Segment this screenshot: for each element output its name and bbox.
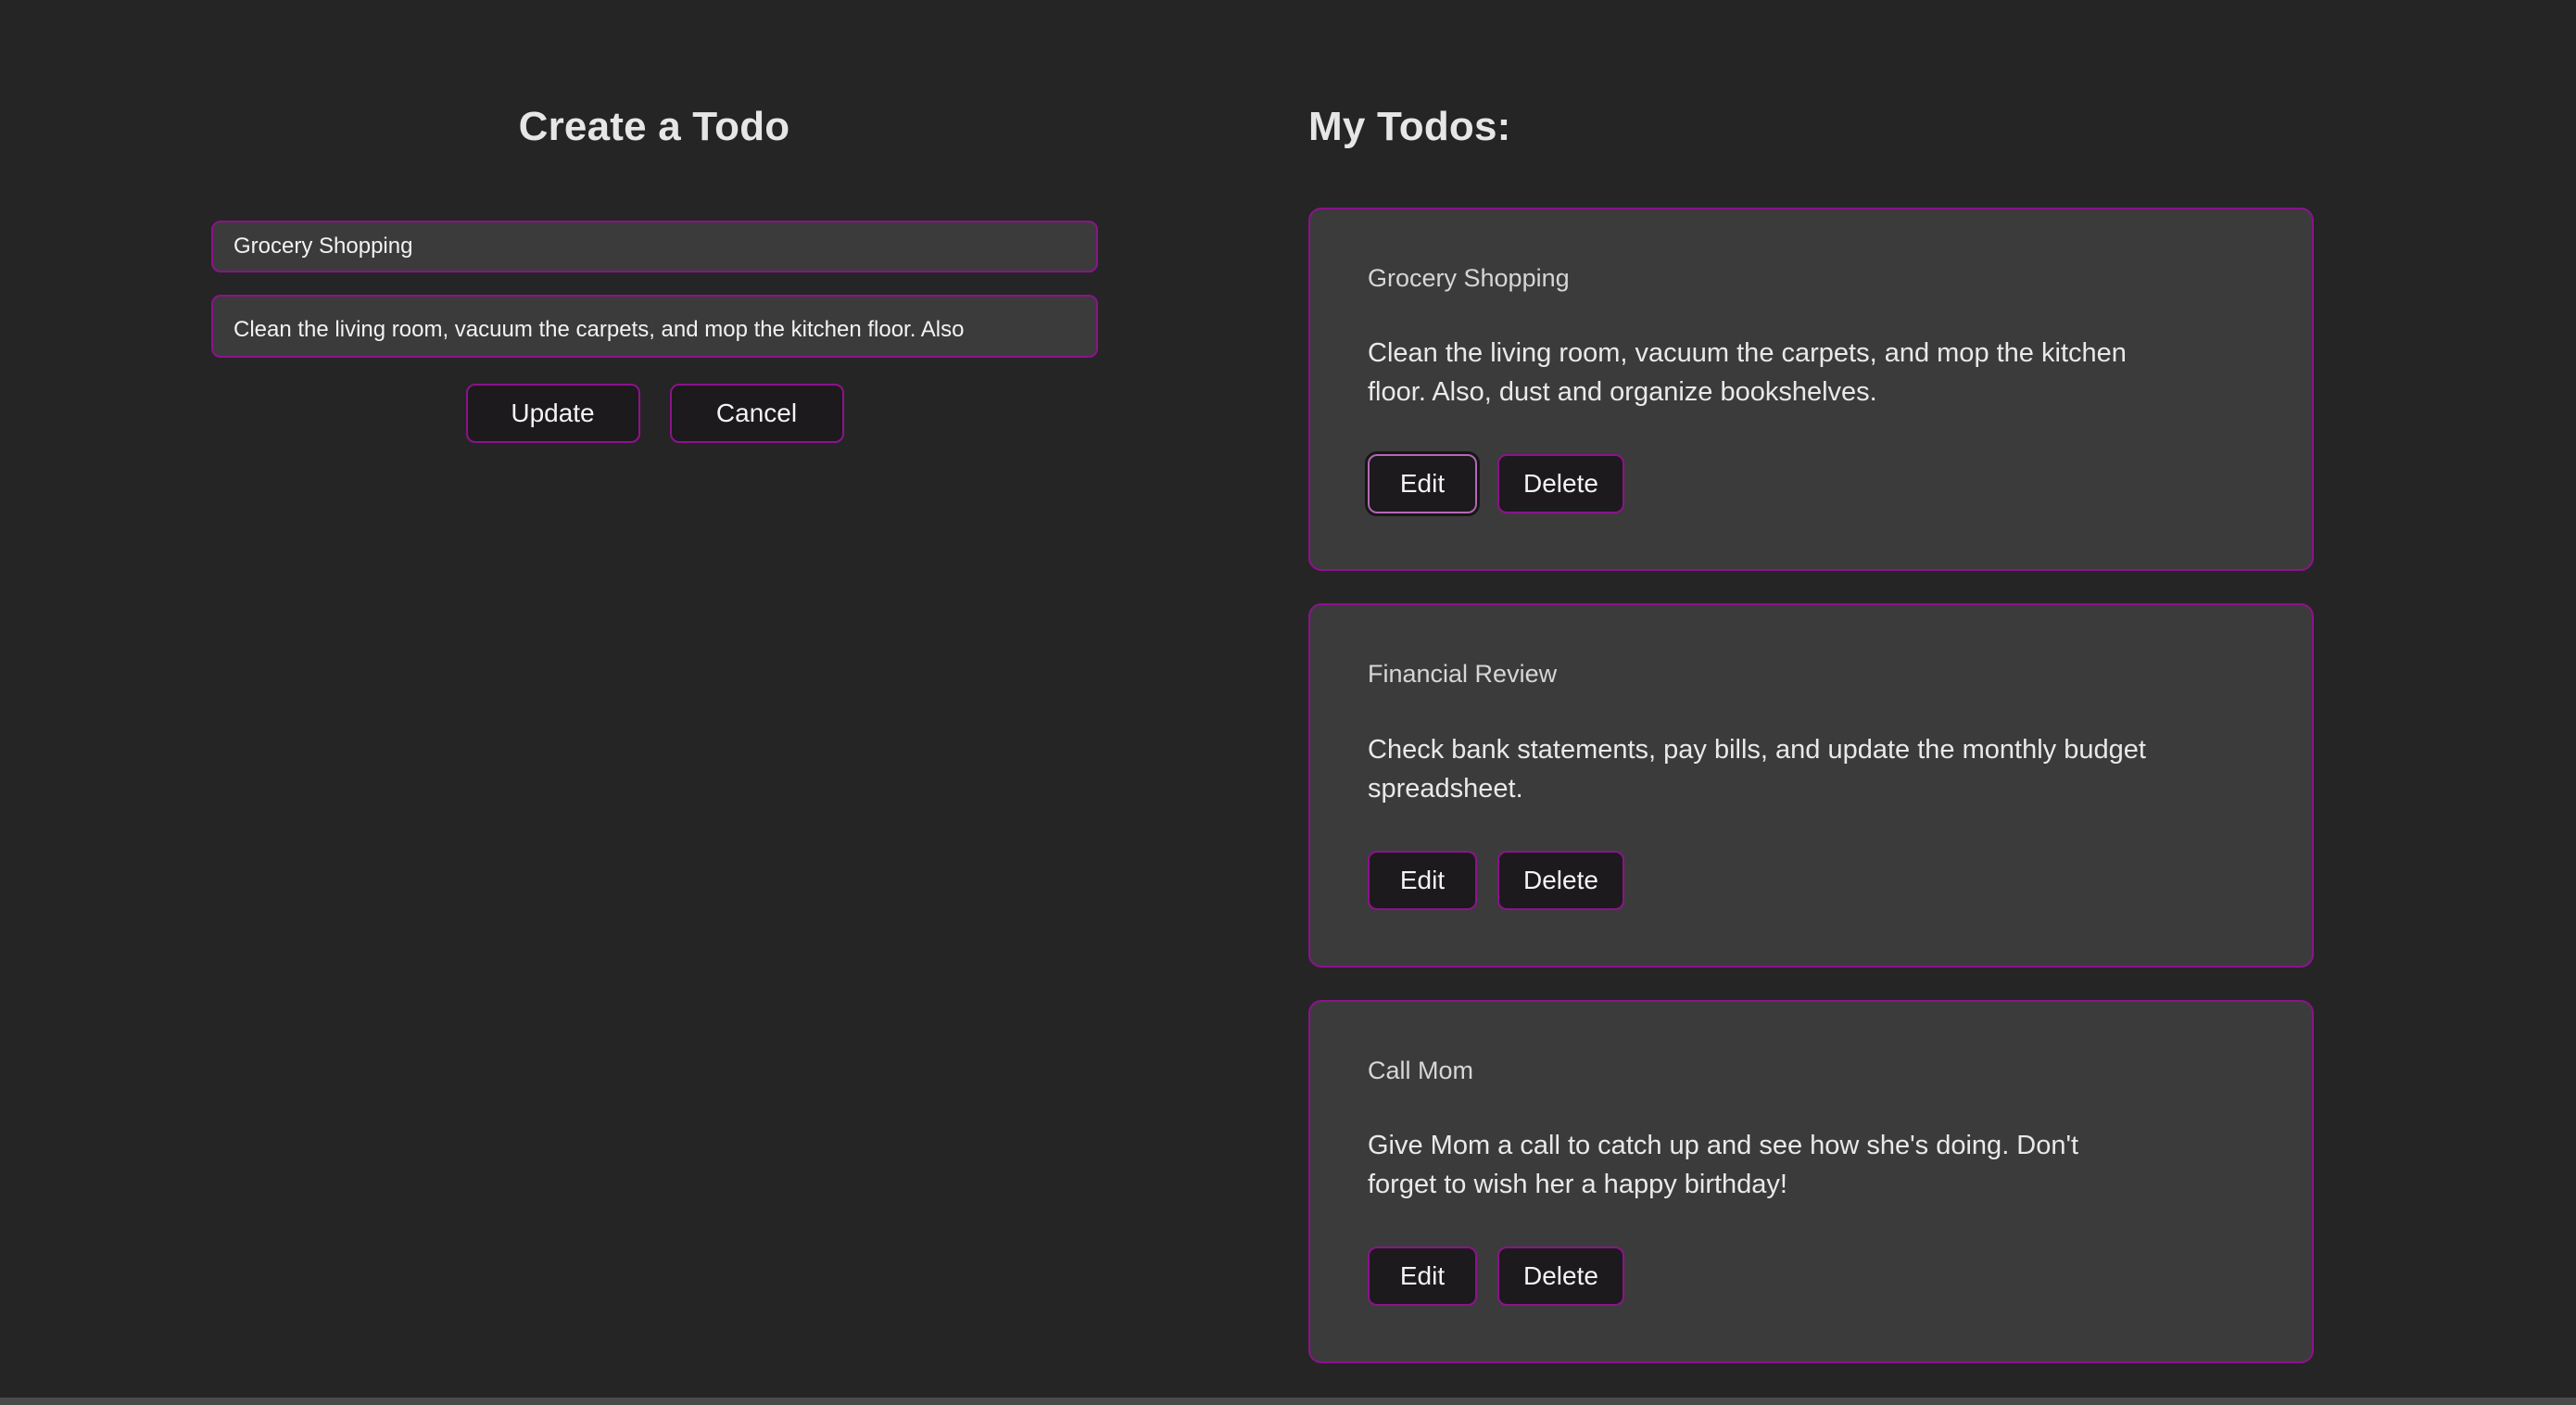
- todo-card: Grocery Shopping Clean the living room, …: [1308, 208, 2314, 571]
- todo-title: Financial Review: [1368, 659, 2254, 689]
- page-bottom-edge: [0, 1398, 2576, 1405]
- todo-card-actions: Edit Delete: [1368, 851, 2254, 910]
- todo-list-panel: My Todos: Grocery Shopping Clean the liv…: [1308, 0, 2576, 1363]
- todo-card: Financial Review Check bank statements, …: [1308, 603, 2314, 967]
- my-todos-heading: My Todos:: [1308, 104, 2314, 150]
- delete-button[interactable]: Delete: [1497, 454, 1624, 513]
- todo-form-fields: Clean the living room, vacuum the carpet…: [211, 221, 1098, 443]
- edit-button[interactable]: Edit: [1368, 851, 1477, 910]
- todo-title: Grocery Shopping: [1368, 263, 2254, 293]
- delete-button[interactable]: Delete: [1497, 1247, 1624, 1306]
- cancel-button[interactable]: Cancel: [670, 384, 844, 443]
- create-todo-heading: Create a Todo: [0, 104, 1308, 150]
- todo-card-actions: Edit Delete: [1368, 1247, 2254, 1306]
- delete-button[interactable]: Delete: [1497, 851, 1624, 910]
- todo-title-input[interactable]: [211, 221, 1098, 272]
- form-action-buttons: Update Cancel: [211, 384, 1098, 443]
- todo-description: Check bank statements, pay bills, and up…: [1368, 730, 2151, 808]
- create-todo-form-panel: Create a Todo Clean the living room, vac…: [0, 0, 1308, 443]
- todo-list: Grocery Shopping Clean the living room, …: [1308, 208, 2314, 1363]
- todo-description: Give Mom a call to catch up and see how …: [1368, 1126, 2151, 1204]
- todo-description: Clean the living room, vacuum the carpet…: [1368, 334, 2151, 411]
- edit-button[interactable]: Edit: [1368, 454, 1477, 513]
- todo-app: Create a Todo Clean the living room, vac…: [0, 0, 2576, 1405]
- todo-title: Call Mom: [1368, 1056, 2254, 1085]
- todo-card-actions: Edit Delete: [1368, 454, 2254, 513]
- todo-description-input[interactable]: Clean the living room, vacuum the carpet…: [211, 295, 1098, 358]
- update-button[interactable]: Update: [466, 384, 640, 443]
- todo-card: Call Mom Give Mom a call to catch up and…: [1308, 1000, 2314, 1363]
- edit-button[interactable]: Edit: [1368, 1247, 1477, 1306]
